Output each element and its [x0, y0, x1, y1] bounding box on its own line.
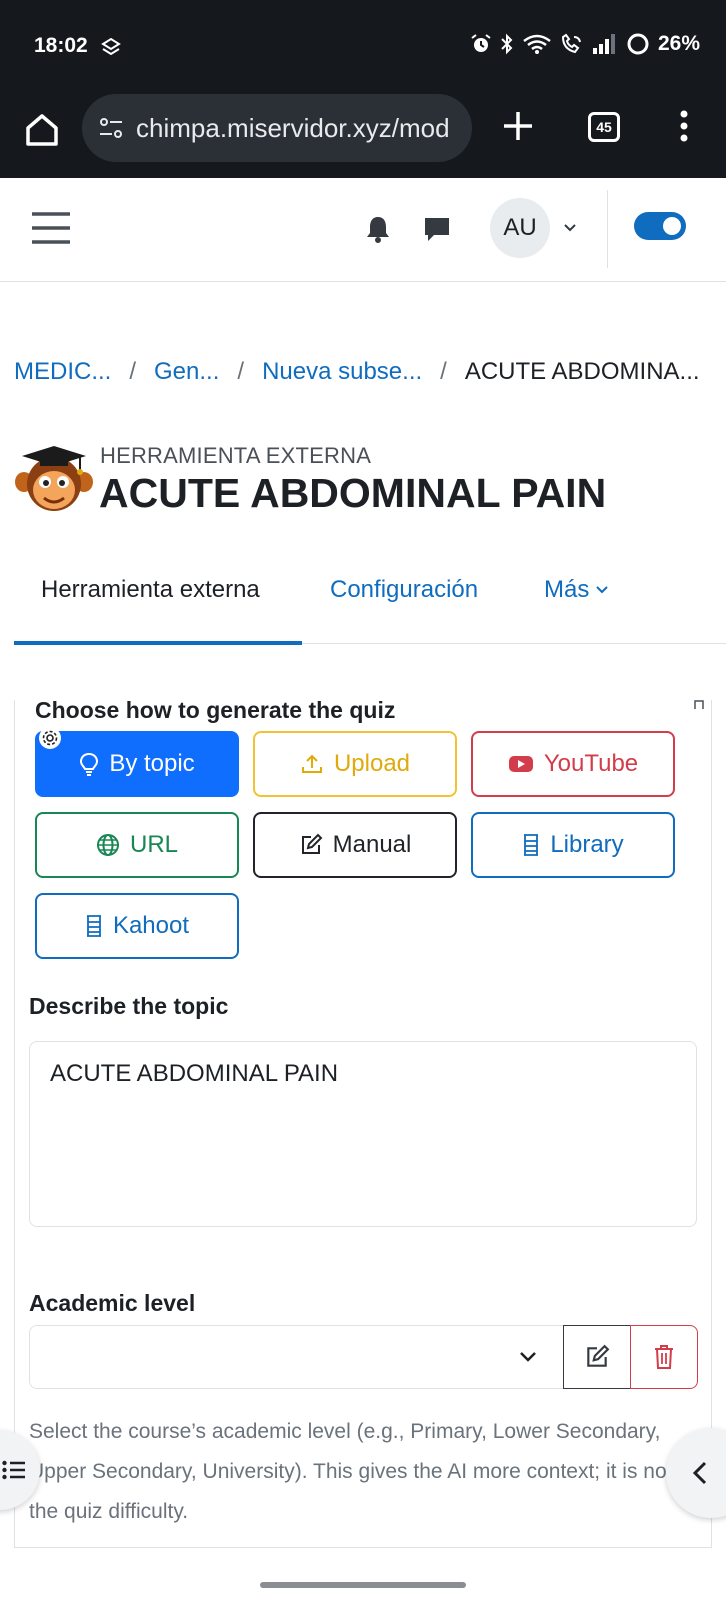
breadcrumb-item-course[interactable]: MEDIC...	[14, 358, 111, 386]
site-navbar: AU	[0, 178, 726, 282]
signal-icon	[592, 34, 615, 54]
globe-icon	[96, 834, 119, 856]
tab-settings[interactable]: Configuración	[330, 576, 478, 604]
wifi-icon	[523, 34, 551, 54]
manual-label: Manual	[332, 831, 412, 858]
activity-mascot-icon	[15, 446, 93, 511]
library-label: Library	[550, 831, 624, 858]
academic-level-select[interactable]	[29, 1325, 563, 1389]
kahoot-icon	[86, 915, 101, 937]
academic-level-help: Select the course’s academic level (e.g.…	[29, 1420, 673, 1523]
edit-icon	[587, 1344, 610, 1367]
library-button[interactable]: Library	[471, 812, 675, 878]
tab-more-label: Más	[544, 576, 590, 603]
tab-more[interactable]: Más	[544, 576, 609, 604]
edit-level-button[interactable]	[563, 1325, 631, 1389]
gesture-home-indicator[interactable]	[260, 1582, 466, 1588]
by-topic-label: By topic	[109, 750, 195, 777]
tab-switcher-button[interactable]: 45	[588, 112, 620, 142]
navbar-divider	[607, 190, 608, 268]
browser-toolbar: chimpa.miservidor.xyz/mod 45	[0, 92, 726, 178]
messages-icon[interactable]	[422, 214, 452, 244]
page-title: ACUTE ABDOMINAL PAIN	[99, 470, 607, 516]
url-button[interactable]: URL	[35, 812, 239, 878]
chevron-down-icon	[596, 586, 609, 594]
tab-external-tool[interactable]: Herramienta externa	[41, 576, 260, 604]
chevron-down-icon	[520, 1352, 536, 1362]
bluetooth-icon	[501, 33, 513, 55]
edit-mode-toggle[interactable]	[634, 212, 686, 240]
breadcrumb-separator: /	[129, 358, 137, 385]
page-subtitle: HERRAMIENTA EXTERNA	[100, 443, 372, 468]
trash-icon	[655, 1345, 673, 1369]
alarm-icon	[471, 34, 491, 52]
list-icon	[2, 1460, 25, 1480]
breadcrumb-current: ACUTE ABDOMINA...	[464, 358, 700, 385]
breadcrumb-separator: /	[237, 358, 245, 385]
address-bar[interactable]: chimpa.miservidor.xyz/mod	[82, 94, 472, 162]
kahoot-button[interactable]: Kahoot	[35, 893, 239, 959]
breadcrumb-separator: /	[440, 358, 447, 385]
active-tab-indicator	[14, 641, 302, 645]
activity-tabs: Herramienta externa Configuración Más	[14, 548, 726, 645]
new-tab-icon[interactable]	[498, 106, 538, 146]
kahoot-label: Kahoot	[112, 912, 190, 939]
youtube-button[interactable]: YouTube	[471, 731, 675, 797]
upload-icon	[301, 754, 322, 773]
topic-label: Describe the topic	[29, 993, 229, 1019]
resize-handle-icon[interactable]	[694, 700, 704, 710]
academic-level-label: Academic level	[29, 1290, 196, 1316]
lightbulb-icon	[80, 752, 99, 776]
breadcrumb: MEDIC... / Gen... / Nueva subse... / ACU…	[14, 358, 714, 386]
library-icon	[524, 834, 539, 856]
battery-level: 26%	[657, 32, 700, 55]
delete-level-button[interactable]	[630, 1325, 698, 1389]
status-bar: 18:02 26%	[0, 0, 726, 92]
topic-textarea[interactable]: ACUTE ABDOMINAL PAIN	[29, 1041, 697, 1227]
breadcrumb-item-section[interactable]: Gen...	[154, 358, 219, 386]
wifi-call-icon	[561, 33, 581, 54]
hamburger-menu-icon[interactable]	[30, 210, 72, 246]
url-label: URL	[129, 831, 178, 858]
battery-icon	[627, 33, 649, 55]
chevron-left-icon	[692, 1461, 707, 1485]
status-icons: 26%	[470, 32, 700, 56]
site-settings-icon[interactable]	[96, 113, 126, 143]
breadcrumb-item-subsection[interactable]: Nueva subse...	[262, 358, 422, 386]
user-avatar[interactable]: AU	[490, 198, 550, 258]
youtube-icon	[508, 756, 533, 772]
home-icon[interactable]	[22, 110, 62, 150]
upload-button[interactable]: Upload	[253, 731, 457, 797]
edit-icon	[301, 833, 323, 854]
toggle-knob	[663, 217, 681, 235]
app-notification-icon	[101, 37, 121, 56]
upload-label: Upload	[333, 750, 411, 777]
notifications-bell-icon[interactable]	[364, 214, 392, 244]
quiz-method-heading: Choose how to generate the quiz	[35, 697, 396, 723]
status-time: 18:02	[34, 34, 88, 57]
browser-menu-icon[interactable]	[672, 106, 696, 146]
url-text: chimpa.miservidor.xyz/mod	[136, 112, 450, 143]
youtube-label: YouTube	[543, 750, 639, 777]
gear-icon[interactable]	[38, 726, 62, 750]
chevron-down-icon[interactable]	[562, 220, 578, 236]
by-topic-button[interactable]: By topic	[35, 731, 239, 797]
manual-button[interactable]: Manual	[253, 812, 457, 878]
